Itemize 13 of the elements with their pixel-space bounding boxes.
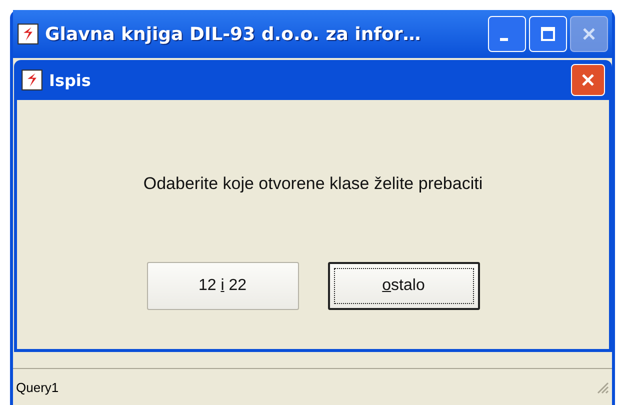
resize-grip-icon[interactable] (595, 380, 609, 394)
maximize-button[interactable] (529, 16, 567, 52)
minimize-button[interactable] (488, 16, 526, 52)
maximize-icon (538, 24, 558, 44)
dialog-title: Ispis (49, 70, 92, 90)
app-logo-icon (21, 69, 43, 91)
app-logo-icon (17, 23, 39, 45)
status-text: Query1 (16, 380, 59, 394)
dialog-button[interactable]: 12 i 22 (146, 262, 298, 310)
minimize-icon (500, 38, 508, 40)
window-title: Glavna knjiga DIL-93 d.o.o. za infor… (45, 24, 422, 44)
dialog-message: Odaberite koje otvorene klase želite prebaciti (143, 174, 483, 194)
dialog-button[interactable]: ostalo (328, 262, 480, 310)
